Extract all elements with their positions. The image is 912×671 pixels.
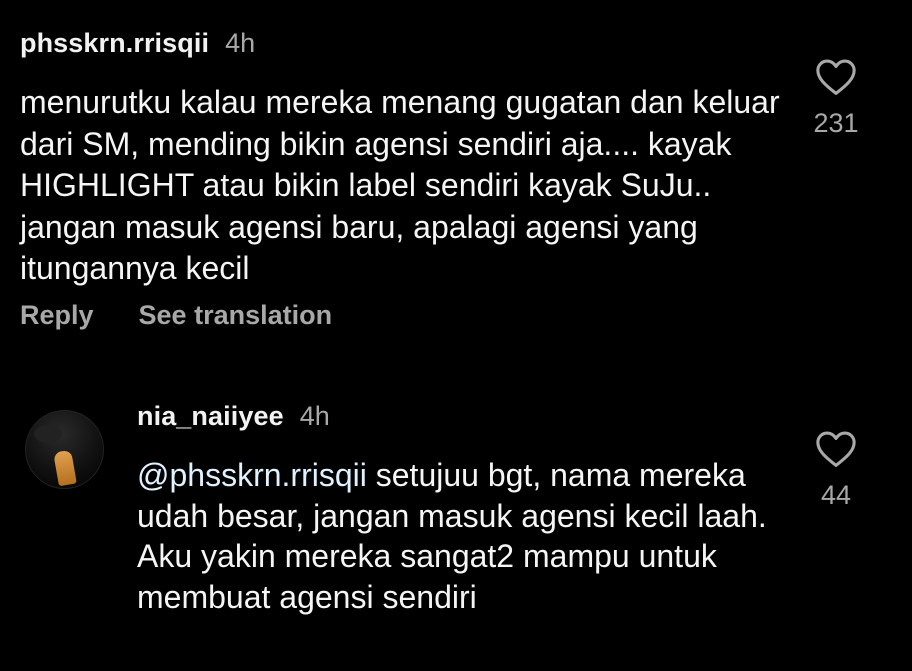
comment-header: phsskrn.rrisqii 4h	[20, 28, 255, 59]
like-block: 44	[806, 430, 866, 511]
comment-text: @phsskrn.rrisqii setujuu bgt, nama merek…	[137, 455, 787, 617]
comment-timestamp: 4h	[299, 401, 330, 431]
comment-username[interactable]: nia_naiiyee	[137, 401, 284, 432]
heart-icon[interactable]	[815, 58, 857, 96]
comment-header: nia_naiiyee 4h	[137, 401, 330, 432]
comment-text: menurutku kalau mereka menang gugatan da…	[20, 84, 780, 286]
comment-timestamp: 4h	[225, 28, 256, 58]
see-translation-button[interactable]: See translation	[139, 300, 333, 331]
mention-link[interactable]: @phsskrn.rrisqii	[137, 457, 367, 493]
like-count: 231	[813, 108, 859, 138]
avatar-tree-shape	[34, 425, 62, 443]
heart-icon[interactable]	[815, 430, 857, 468]
comment-actions: Reply See translation	[20, 300, 332, 331]
avatar[interactable]	[25, 410, 104, 489]
comment: phsskrn.rrisqii 4h menurutku kalau merek…	[0, 0, 912, 350]
like-count: 44	[820, 480, 852, 510]
comment-username[interactable]: phsskrn.rrisqii	[20, 28, 209, 59]
reply-comment: nia_naiiyee 4h @phsskrn.rrisqii setujuu …	[0, 380, 912, 671]
avatar-figure-shape	[53, 449, 77, 487]
like-block: 231	[806, 58, 866, 139]
reply-button[interactable]: Reply	[20, 300, 94, 331]
